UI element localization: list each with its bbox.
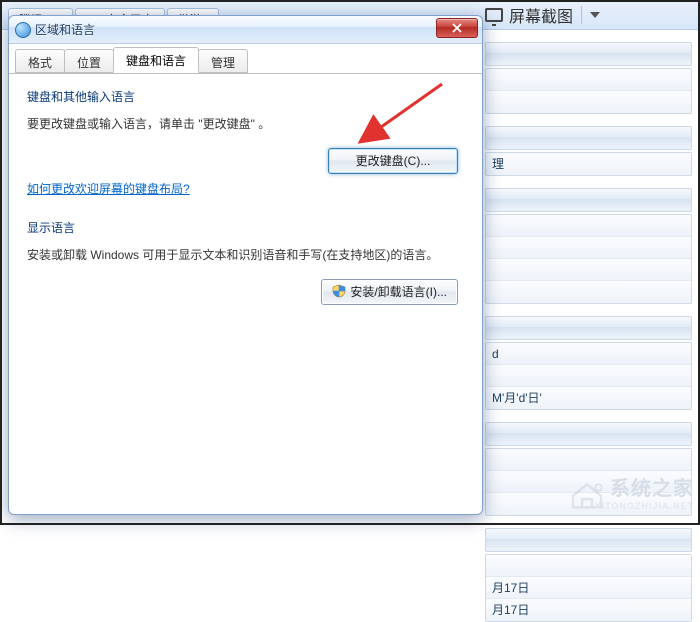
bg-row xyxy=(486,365,691,387)
bg-section-header xyxy=(485,316,692,340)
screenshot-icon xyxy=(485,8,503,22)
house-logo-icon xyxy=(570,481,604,509)
dialog-titlebar[interactable]: 区域和语言 xyxy=(9,16,482,44)
bg-title-text: 屏幕截图 xyxy=(509,3,573,27)
bg-row xyxy=(486,69,691,91)
bg-section-header xyxy=(485,42,692,66)
bg-row xyxy=(486,237,691,259)
bg-section-header xyxy=(485,188,692,212)
tab-format[interactable]: 格式 xyxy=(15,49,65,73)
uac-shield-icon xyxy=(332,282,346,296)
tab-admin[interactable]: 管理 xyxy=(198,49,248,73)
tab-keyboard-language[interactable]: 键盘和语言 xyxy=(113,47,199,73)
chevron-down-icon[interactable] xyxy=(590,12,600,18)
group-description: 要更改键盘或输入语言，请单击 "更改键盘" 。 xyxy=(27,115,464,134)
dialog-title: 区域和语言 xyxy=(35,21,95,38)
bg-section-header xyxy=(485,126,692,150)
group-description: 安装或卸载 Windows 可用于显示文本和识别语音和手写(在支持地区)的语言。 xyxy=(27,246,464,265)
bg-row: 月17日 xyxy=(486,599,691,621)
bg-row: d xyxy=(486,343,691,365)
bg-row xyxy=(486,259,691,281)
bg-row: 月17日 xyxy=(486,577,691,599)
bg-grid xyxy=(485,68,692,114)
change-keyboard-button[interactable]: 更改键盘(C)... xyxy=(328,148,458,174)
dialog-body: 键盘和其他输入语言 要更改键盘或输入语言，请单击 "更改键盘" 。 更改键盘(C… xyxy=(9,74,482,341)
globe-icon xyxy=(15,22,31,38)
group-display-language: 显示语言 安装或卸载 Windows 可用于显示文本和识别语音和手写(在支持地区… xyxy=(27,219,464,305)
bg-row xyxy=(486,215,691,237)
dialog-tabstrip: 格式 位置 键盘和语言 管理 xyxy=(9,44,482,74)
bg-row xyxy=(486,281,691,303)
bg-title-area: 屏幕截图 xyxy=(485,0,700,30)
group-title: 键盘和其他输入语言 xyxy=(27,88,464,105)
bg-row: M'月'd'日' xyxy=(486,387,691,409)
close-icon xyxy=(452,23,462,33)
install-uninstall-language-button[interactable]: 安装/卸载语言(I)... xyxy=(321,279,458,305)
install-uninstall-language-label: 安装/卸载语言(I)... xyxy=(350,285,447,299)
bg-row xyxy=(486,555,691,577)
welcome-screen-layout-link[interactable]: 如何更改欢迎屏幕的键盘布局? xyxy=(27,182,190,196)
close-button[interactable] xyxy=(436,18,478,38)
background-right-panel: 理 d M'月'd'日' xyxy=(485,30,692,517)
bg-row xyxy=(486,91,691,113)
bg-row: 理 xyxy=(486,153,691,175)
bg-section-header xyxy=(485,528,692,552)
group-title: 显示语言 xyxy=(27,219,464,236)
separator xyxy=(581,6,582,24)
tab-location[interactable]: 位置 xyxy=(64,49,114,73)
group-keyboard-input: 键盘和其他输入语言 要更改键盘或输入语言，请单击 "更改键盘" 。 更改键盘(C… xyxy=(27,88,464,197)
region-language-dialog: 区域和语言 格式 位置 键盘和语言 管理 键盘和其他输入语言 要更改键盘或输入语… xyxy=(8,15,483,515)
bg-row xyxy=(486,449,691,471)
bg-section-header xyxy=(485,422,692,446)
